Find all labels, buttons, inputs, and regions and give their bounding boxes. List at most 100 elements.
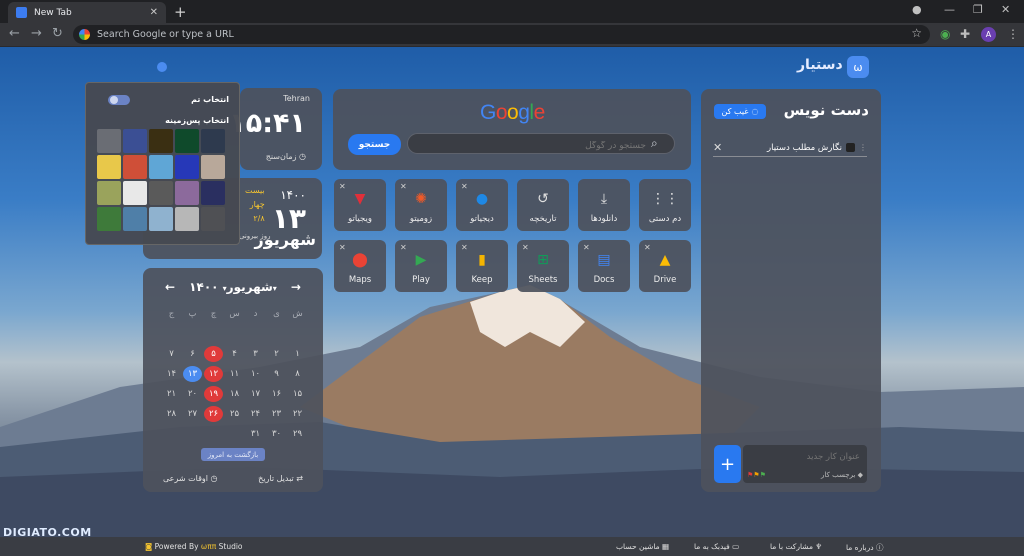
- calendar-day[interactable]: ۲۱: [162, 386, 181, 402]
- calendar-day[interactable]: ۲: [267, 346, 286, 362]
- background-swatch[interactable]: [201, 181, 225, 205]
- calendar-day[interactable]: ۵: [204, 346, 223, 362]
- restore-icon[interactable]: ❐: [973, 3, 983, 16]
- shortcut-tile[interactable]: ⋮⋮ دم دستی: [639, 179, 691, 231]
- calendar-day[interactable]: ۱۵: [288, 386, 307, 402]
- tile-remove-icon[interactable]: ✕: [400, 243, 407, 252]
- calendar-day[interactable]: ۱۹: [204, 386, 223, 402]
- calendar-day[interactable]: ۱۷: [246, 386, 265, 402]
- shortcut-tile[interactable]: ✕ ▮ Keep: [456, 240, 508, 292]
- tile-remove-icon[interactable]: ✕: [644, 243, 651, 252]
- calendar-day[interactable]: ۱۱: [225, 366, 244, 382]
- calculator-link[interactable]: ماشین حساب ▦: [616, 542, 669, 551]
- tab-search-icon[interactable]: ●: [912, 3, 922, 16]
- calendar-day[interactable]: ۲۸: [162, 406, 181, 422]
- window-close-icon[interactable]: ✕: [1001, 3, 1010, 16]
- calendar-day[interactable]: ۱۰: [246, 366, 265, 382]
- tag-flags[interactable]: ⚑⚑⚑: [747, 471, 766, 479]
- bookmark-star-icon[interactable]: ☆: [911, 26, 922, 40]
- calendar-day[interactable]: ۷: [162, 346, 181, 362]
- calendar-day[interactable]: ۱۴: [162, 366, 181, 382]
- background-swatch[interactable]: [149, 155, 173, 179]
- background-swatch[interactable]: [97, 181, 121, 205]
- extensions-puzzle-icon[interactable]: ✚: [960, 27, 970, 41]
- calendar-day[interactable]: ۴: [225, 346, 244, 362]
- calendar-day[interactable]: ۱۳: [183, 366, 202, 382]
- background-swatch[interactable]: [123, 207, 147, 231]
- back-icon[interactable]: ←: [9, 26, 20, 41]
- tile-remove-icon[interactable]: ✕: [583, 243, 590, 252]
- search-button[interactable]: جستجو: [348, 134, 401, 155]
- shortcut-tile[interactable]: ✕ ✺ زومیتو: [395, 179, 447, 231]
- tab-close-icon[interactable]: ✕: [150, 7, 158, 18]
- shortcut-tile[interactable]: ✕ ▤ Docs: [578, 240, 630, 292]
- profile-avatar[interactable]: A: [981, 27, 996, 42]
- calendar-day[interactable]: ۳: [246, 346, 265, 362]
- contribute-link[interactable]: مشارکت با ما ♆: [770, 542, 822, 551]
- background-swatch[interactable]: [97, 155, 121, 179]
- calendar-day[interactable]: ۲۵: [225, 406, 244, 422]
- calendar-day[interactable]: ۲۹: [288, 426, 307, 442]
- background-swatch[interactable]: [201, 207, 225, 231]
- tile-remove-icon[interactable]: ✕: [400, 182, 407, 191]
- add-task-button[interactable]: +: [714, 445, 741, 483]
- calendar-day[interactable]: ۲۲: [288, 406, 307, 422]
- background-swatch[interactable]: [97, 207, 121, 231]
- background-swatch[interactable]: [97, 129, 121, 153]
- hide-button[interactable]: غیب کن ◌: [714, 104, 766, 119]
- change-date-link[interactable]: تبدیل تاریخ ⇄: [258, 474, 303, 483]
- task-delete-icon[interactable]: ✕: [713, 141, 722, 154]
- tab-new-tab[interactable]: New Tab ✕: [8, 2, 166, 23]
- tile-remove-icon[interactable]: ✕: [339, 182, 346, 191]
- calendar-prev-icon[interactable]: →: [291, 280, 301, 294]
- theme-toggle-pin-icon[interactable]: [157, 62, 167, 72]
- calendar-day[interactable]: ۲۴: [246, 406, 265, 422]
- theme-toggle-switch[interactable]: [108, 95, 130, 105]
- background-swatch[interactable]: [123, 155, 147, 179]
- shortcut-tile[interactable]: ✕ ● دیجیاتو: [456, 179, 508, 231]
- new-task-input[interactable]: [743, 445, 867, 469]
- tile-remove-icon[interactable]: ✕: [461, 182, 468, 191]
- tile-remove-icon[interactable]: ✕: [339, 243, 346, 252]
- calendar-day[interactable]: ۱۸: [225, 386, 244, 402]
- shortcut-tile[interactable]: ✕ ▶ Play: [395, 240, 447, 292]
- new-tab-icon[interactable]: +: [174, 3, 187, 21]
- extension-eye-icon[interactable]: ◉: [940, 27, 950, 41]
- about-link[interactable]: درباره ما ⓘ: [846, 542, 883, 553]
- calendar-day[interactable]: ۱: [288, 346, 307, 362]
- calendar-day[interactable]: ۳۰: [267, 426, 286, 442]
- timer-link[interactable]: زمان‌سنج ◷: [266, 152, 306, 161]
- background-swatch[interactable]: [201, 155, 225, 179]
- omnibox[interactable]: Search Google or type a URL ☆: [73, 25, 930, 44]
- calendar-day[interactable]: ۶: [183, 346, 202, 362]
- tile-remove-icon[interactable]: ✕: [522, 243, 529, 252]
- shortcut-tile[interactable]: ⤓ دانلودها: [578, 179, 630, 231]
- calendar-day[interactable]: ۲۳: [267, 406, 286, 422]
- calendar-day[interactable]: ۲۰: [183, 386, 202, 402]
- prayer-times-link[interactable]: اوقات شرعی ◷: [163, 474, 218, 483]
- calendar-day[interactable]: ۲۷: [183, 406, 202, 422]
- calendar-day[interactable]: ۲۶: [204, 406, 223, 422]
- search-icon[interactable]: ⌕: [651, 136, 658, 151]
- background-swatch[interactable]: [201, 129, 225, 153]
- shortcut-tile[interactable]: ✕ ▲ Drive: [639, 240, 691, 292]
- forward-icon[interactable]: →: [31, 26, 42, 41]
- tag-select[interactable]: برچسب کار ◆: [821, 471, 863, 479]
- calendar-day[interactable]: ۹: [267, 366, 286, 382]
- feedback-link[interactable]: فیدبک به ما ▭: [694, 542, 739, 551]
- flag-icon[interactable]: ⚑: [760, 471, 766, 479]
- background-swatch[interactable]: [175, 155, 199, 179]
- background-swatch[interactable]: [175, 207, 199, 231]
- background-swatch[interactable]: [123, 129, 147, 153]
- background-swatch[interactable]: [149, 129, 173, 153]
- browser-menu-icon[interactable]: ⋮: [1007, 27, 1019, 41]
- calendar-month-select[interactable]: شهریور▾: [223, 280, 273, 294]
- background-swatch[interactable]: [175, 181, 199, 205]
- background-swatch[interactable]: [123, 181, 147, 205]
- google-search-input[interactable]: [407, 133, 675, 154]
- shortcut-tile[interactable]: ✕ ⊞ Sheets: [517, 240, 569, 292]
- calendar-next-icon[interactable]: ←: [165, 280, 175, 294]
- shortcut-tile[interactable]: ↺ تاریخچه: [517, 179, 569, 231]
- reload-icon[interactable]: ↻: [52, 26, 63, 41]
- shortcut-tile[interactable]: ✕ ⬤ Maps: [334, 240, 386, 292]
